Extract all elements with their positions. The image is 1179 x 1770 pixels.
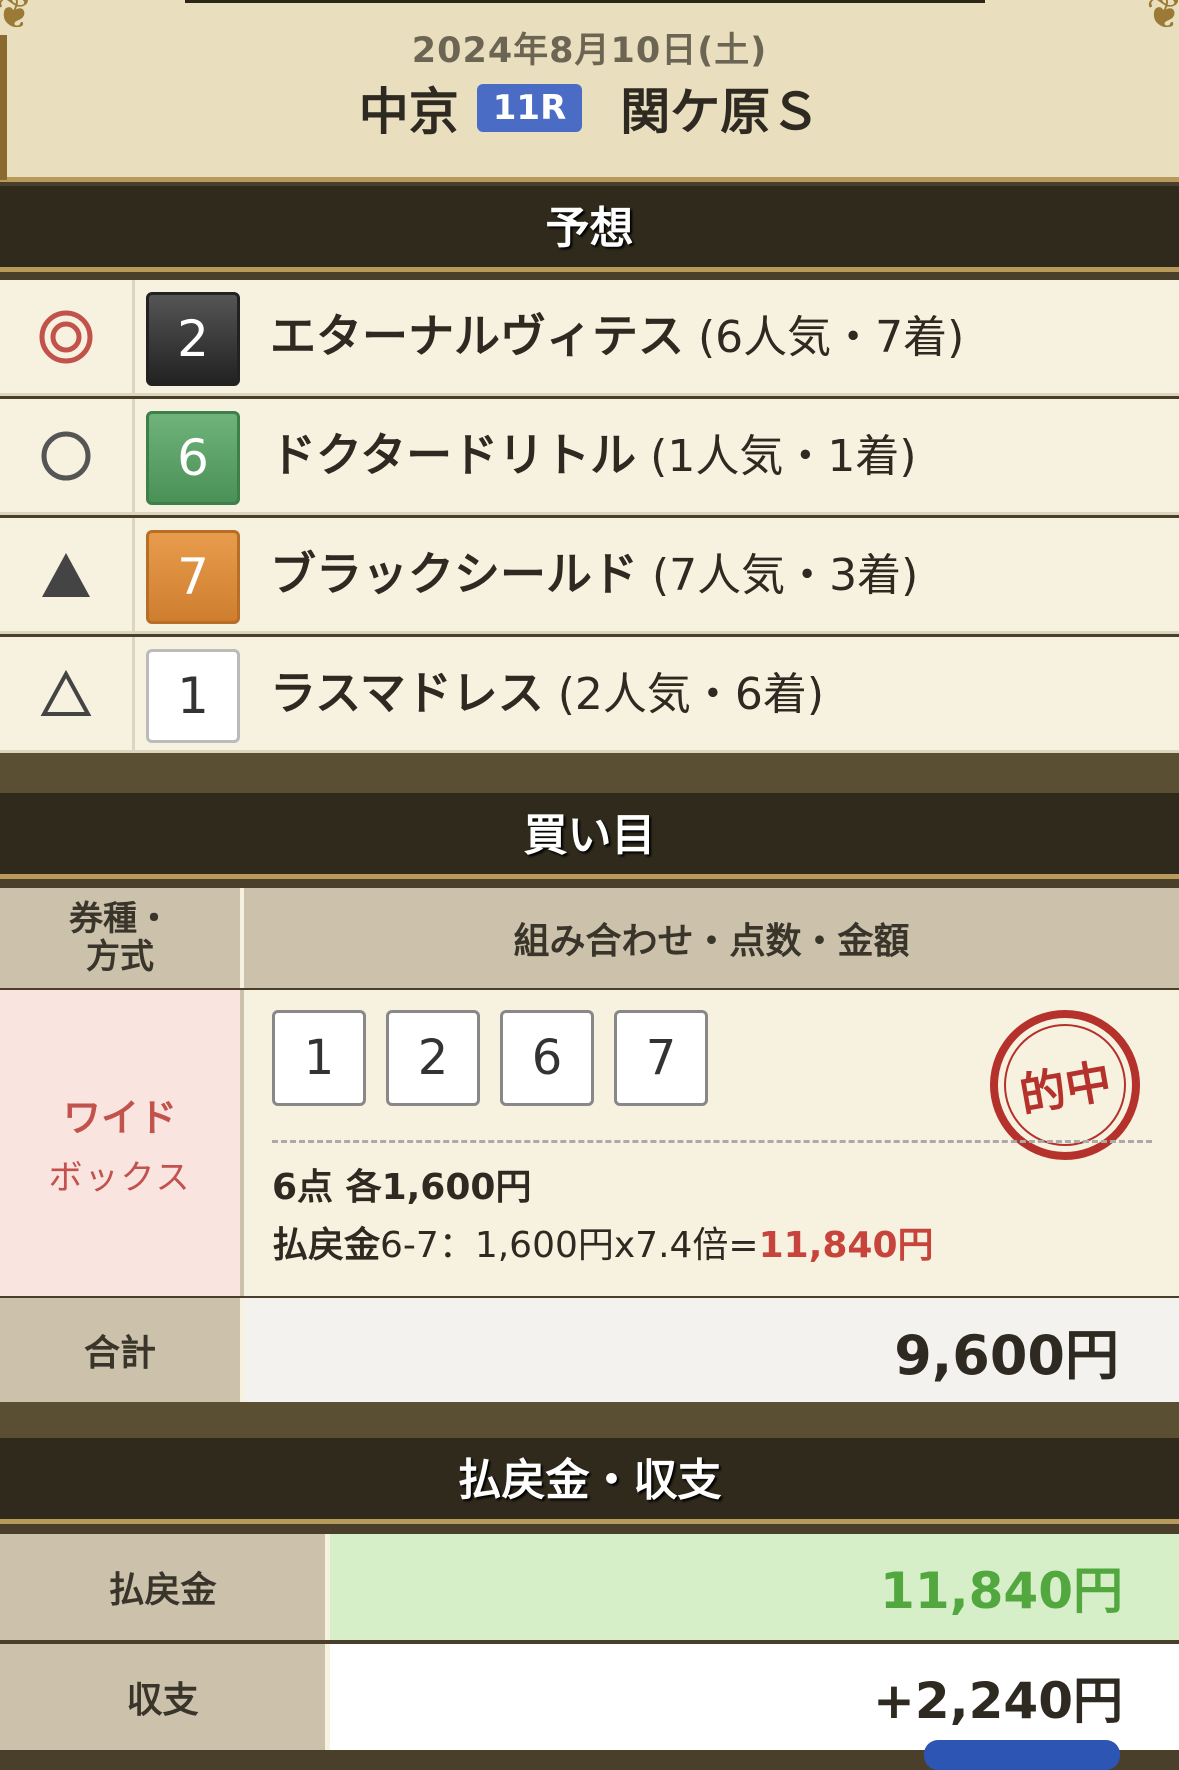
result-heading: 払戻金・収支 — [0, 1438, 1179, 1524]
header-top-line — [185, 0, 985, 3]
horse-name: ラスマドレス — [270, 666, 544, 720]
bets-total-row: 合計 9,600円 — [0, 1298, 1179, 1402]
dashed-separator — [272, 1140, 1152, 1143]
selected-number: 2 — [386, 1010, 480, 1106]
bet-type: ワイド — [62, 1096, 177, 1140]
horse-number-badge: 1 — [146, 649, 240, 743]
prediction-heading: 予想 — [0, 186, 1179, 272]
combination-column-header: 組み合わせ・点数・金額 — [513, 921, 910, 962]
payout-row: 払戻金 11,840円 — [0, 1534, 1179, 1640]
race-name: 関ケ原Ｓ — [620, 83, 821, 141]
bet-points-amount: 6点 各1,600円 — [272, 1167, 532, 1208]
prediction-row: 2 エターナルヴィテス (6人気・7着) — [0, 280, 1179, 396]
race-venue: 中京 — [358, 83, 459, 141]
payout-label: 払戻金 — [0, 1534, 330, 1640]
floating-button[interactable] — [924, 1740, 1120, 1770]
section-divider — [0, 753, 1179, 793]
horse-number-badge: 6 — [146, 411, 240, 505]
hit-stamp-icon: 的中 — [978, 998, 1152, 1172]
section-divider — [0, 1402, 1179, 1438]
horse-name-line: エターナルヴィテス (6人気・7着) — [270, 280, 964, 393]
horse-result-info: (6人気・7着) — [698, 312, 965, 363]
prediction-row: 6 ドクタードリトル (1人気・1着) — [0, 399, 1179, 515]
bet-type-cell: ワイド ボックス — [0, 990, 244, 1296]
horse-result-info: (1人気・1着) — [650, 431, 917, 482]
prediction-row: 1 ラスマドレス (2人気・6着) — [0, 637, 1179, 753]
race-title: 中京 11R 関ケ原Ｓ — [0, 72, 1179, 144]
horse-result-info: (2人気・6着) — [557, 669, 825, 720]
payout-detail: 払戻金6-7：1,600円x7.4倍=11,840円 — [272, 1216, 934, 1268]
selected-number: 1 — [272, 1010, 366, 1106]
horse-number-badge: 2 — [146, 292, 240, 386]
total-value: 9,600円 — [244, 1298, 1179, 1402]
payout-detail-label: 払戻金 — [272, 1225, 381, 1266]
balance-value: +2,240円 — [330, 1644, 1179, 1750]
hit-stamp-text: 的中 — [1015, 1053, 1116, 1123]
total-label: 合計 — [0, 1298, 244, 1402]
tanana-mark-icon — [0, 518, 135, 631]
horse-number-badge: 7 — [146, 530, 240, 624]
horse-name-line: ブラックシールド (7人気・3着) — [270, 518, 918, 631]
selected-number: 6 — [500, 1010, 594, 1106]
race-number-badge: 11R — [476, 84, 583, 132]
renka-mark-icon — [0, 637, 135, 750]
payout-calculation: 6-7：1,600円x7.4倍= — [380, 1225, 759, 1266]
horse-name-line: ラスマドレス (2人気・6着) — [270, 637, 824, 750]
bets-table-header: 券種・ 方式 組み合わせ・点数・金額 — [0, 888, 1179, 988]
bet-row: ワイド ボックス 1 2 6 7 的中 6点 各1,600円 払戻金6-7：1,… — [0, 990, 1179, 1296]
balance-row: 収支 +2,240円 — [0, 1644, 1179, 1750]
horse-name-line: ドクタードリトル (1人気・1着) — [270, 399, 917, 512]
prediction-row: 7 ブラックシールド (7人気・3着) — [0, 518, 1179, 634]
horse-name: エターナルヴィテス — [270, 309, 684, 363]
balance-label: 収支 — [0, 1644, 330, 1750]
honmei-mark-icon — [0, 280, 135, 393]
bet-type-column-header: 券種・ 方式 — [0, 888, 244, 988]
taikou-mark-icon — [0, 399, 135, 512]
bet-type-column-label: 券種・ 方式 — [69, 899, 171, 977]
bets-heading: 買い目 — [0, 793, 1179, 879]
horse-name: ドクタードリトル — [270, 428, 637, 482]
payout-amount: 11,840円 — [758, 1225, 934, 1266]
selected-number: 7 — [614, 1010, 708, 1106]
bet-detail-cell: 1 2 6 7 的中 6点 各1,600円 払戻金6-7：1,600円x7.4倍… — [244, 990, 1179, 1296]
race-header: ❦ ❦ 2024年8月10日(土) 中京 11R 関ケ原Ｓ — [0, 0, 1179, 182]
horse-name: ブラックシールド — [270, 547, 638, 601]
bet-method: ボックス — [48, 1158, 192, 1198]
race-date: 2024年8月10日(土) — [411, 31, 768, 71]
payout-value: 11,840円 — [330, 1534, 1179, 1640]
horse-result-info: (7人気・3着) — [652, 550, 919, 601]
